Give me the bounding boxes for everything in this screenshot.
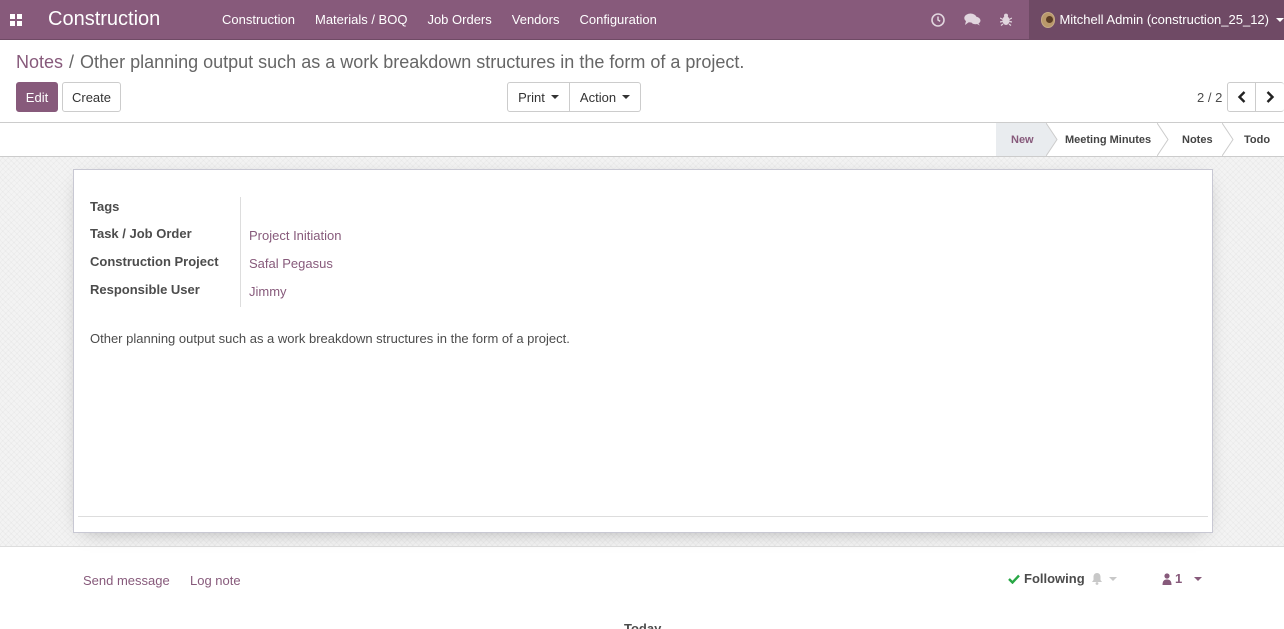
chevron-down-icon: [1194, 576, 1203, 581]
avatar: [1041, 11, 1056, 28]
app-title[interactable]: Construction: [48, 8, 212, 31]
top-navbar: Construction Construction Materials / BO…: [0, 0, 1284, 40]
following-label: Following: [1024, 571, 1085, 586]
followers-count: 1: [1175, 571, 1183, 586]
stage-arrow-icon: [1157, 123, 1169, 156]
status-bar: New Meeting Minutes Notes Todo: [0, 122, 1284, 157]
followers-button[interactable]: 1: [1162, 571, 1203, 586]
menu-item-construction[interactable]: Construction: [212, 12, 305, 27]
breadcrumb-separator: /: [69, 52, 75, 72]
pager-next-button[interactable]: [1256, 82, 1284, 112]
log-note-button[interactable]: Log note: [190, 573, 241, 588]
date-separator-today: Today: [624, 621, 662, 629]
note-body[interactable]: Other planning output such as a work bre…: [90, 331, 570, 346]
menu-item-configuration[interactable]: Configuration: [569, 12, 666, 27]
messaging-chat-icon[interactable]: [955, 13, 989, 26]
following-button[interactable]: Following: [1008, 571, 1117, 586]
debug-bug-icon[interactable]: [989, 13, 1023, 26]
divider: [78, 516, 1208, 517]
pager-previous-button[interactable]: [1227, 82, 1256, 112]
task-job-order-link[interactable]: Project Initiation: [249, 228, 342, 243]
systray: Mitchell Admin (construction_25_12): [921, 0, 1284, 39]
main-menu: Construction Materials / BOQ Job Orders …: [212, 12, 667, 27]
breadcrumb-current: Other planning output such as a work bre…: [80, 52, 745, 72]
bell-icon[interactable]: [1091, 572, 1103, 585]
stage-meeting-minutes[interactable]: Meeting Minutes: [1065, 123, 1151, 156]
task-job-order-label: Task / Job Order: [90, 226, 192, 241]
apps-menu-icon[interactable]: [0, 3, 32, 36]
user-menu[interactable]: Mitchell Admin (construction_25_12): [1029, 0, 1284, 39]
field-divider: [240, 197, 241, 307]
menu-item-job-orders[interactable]: Job Orders: [417, 12, 501, 27]
construction-project-link[interactable]: Safal Pegasus: [249, 256, 333, 271]
check-icon: [1008, 574, 1020, 584]
form-sheet: Tags Task / Job Order Construction Proje…: [73, 169, 1213, 533]
action-dropdown[interactable]: Action: [570, 82, 641, 112]
send-message-button[interactable]: Send message: [83, 573, 170, 588]
stage-arrow-icon: [1046, 123, 1058, 156]
chevron-down-icon: [622, 95, 631, 99]
construction-project-label: Construction Project: [90, 254, 219, 269]
user-menu-caret-icon: [1276, 17, 1284, 22]
user-name: Mitchell Admin (construction_25_12): [1059, 12, 1269, 27]
chevron-down-icon: [550, 95, 559, 99]
action-label: Action: [579, 89, 617, 105]
responsible-user-link[interactable]: Jimmy: [249, 284, 287, 299]
print-dropdown[interactable]: Print: [507, 82, 570, 112]
tags-label: Tags: [90, 199, 120, 214]
responsible-user-label: Responsible User: [90, 282, 200, 297]
stage-new[interactable]: New: [996, 123, 1046, 156]
create-button[interactable]: Create: [62, 82, 121, 112]
pager-value[interactable]: 2 / 2: [1197, 90, 1222, 105]
activity-clock-icon[interactable]: [921, 12, 955, 27]
stage-notes[interactable]: Notes: [1182, 123, 1213, 156]
menu-item-materials-boq[interactable]: Materials / BOQ: [305, 12, 417, 27]
chevron-down-icon[interactable]: [1108, 576, 1117, 581]
stage-todo[interactable]: Todo: [1244, 123, 1270, 156]
chevron-right-icon: [1266, 91, 1275, 103]
breadcrumb: Notes / Other planning output such as a wo…: [16, 52, 744, 73]
chevron-left-icon: [1237, 91, 1245, 103]
edit-button[interactable]: Edit: [16, 82, 58, 112]
menu-item-vendors[interactable]: Vendors: [502, 12, 570, 27]
stage-arrow-icon: [1222, 123, 1234, 156]
print-label: Print: [518, 89, 545, 105]
breadcrumb-notes-link[interactable]: Notes: [16, 52, 63, 72]
user-icon: [1162, 572, 1172, 585]
